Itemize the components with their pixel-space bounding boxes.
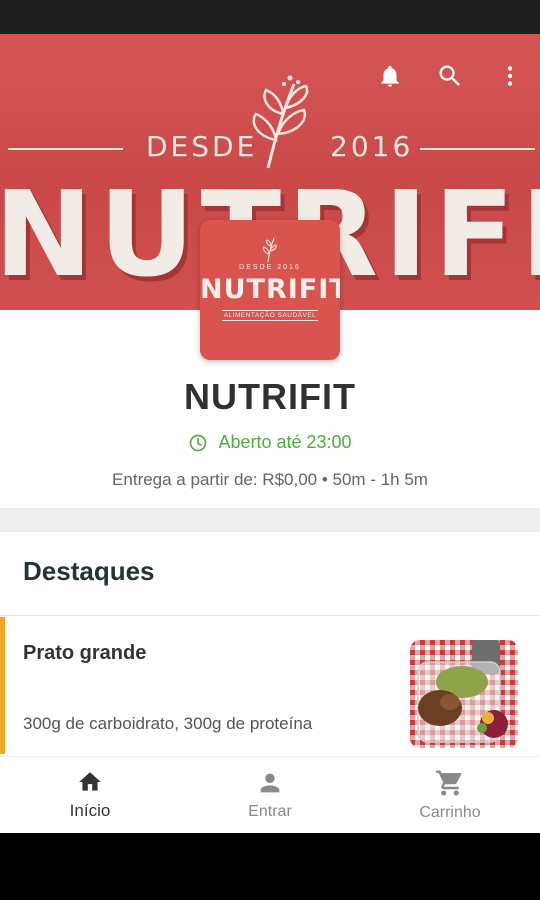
logo-tagline: ALIMENTAÇÃO SAUDÁVEL (222, 310, 318, 321)
product-image (410, 640, 518, 748)
open-status-text: Aberto até 23:00 (218, 432, 352, 452)
banner-year-label: 2016 (330, 130, 414, 163)
nav-cart-label: Carrinho (419, 804, 481, 821)
nav-home[interactable]: Início (0, 757, 180, 833)
search-icon (439, 65, 460, 86)
logo-brand-name: NUTRIFIT (200, 274, 340, 305)
search-button[interactable] (420, 56, 480, 96)
notifications-button[interactable] (360, 56, 420, 96)
more-options-button[interactable] (480, 56, 540, 96)
cart-icon (436, 770, 462, 796)
home-icon (79, 772, 101, 791)
bell-icon (381, 65, 399, 87)
bottom-navigation: Início Entrar Carrinho (0, 756, 540, 833)
product-description: 300g de carboidrato, 300g de proteína (23, 714, 313, 733)
app-screen: DESDE 2016 NUTRIFIT (0, 34, 540, 833)
store-name: NUTRIFIT (184, 376, 356, 417)
section-title: Destaques (23, 556, 155, 586)
store-logo: DESDE 2016 NUTRIFIT ALIMENTAÇÃO SAUDÁVEL (200, 220, 340, 360)
open-status: Aberto até 23:00 (0, 432, 540, 453)
toolbar-actions (360, 56, 540, 96)
status-bar (0, 0, 540, 34)
leaf-branch-icon (252, 75, 309, 169)
banner-since-label: DESDE (146, 130, 258, 163)
nav-login[interactable]: Entrar (180, 757, 360, 833)
delivery-info: Entrega a partir de: R$0,00 • 50m - 1h 5… (112, 470, 428, 489)
nav-login-label: Entrar (248, 803, 292, 820)
more-vert-icon (507, 66, 513, 86)
system-navigation-bar (0, 833, 540, 900)
clock-icon (190, 434, 207, 451)
section-divider (0, 508, 540, 532)
banner-rule-right (420, 148, 535, 150)
nav-cart[interactable]: Carrinho (360, 757, 540, 833)
product-accent-bar (0, 617, 5, 754)
logo-since-label: DESDE 2016 (239, 264, 301, 271)
logo-leaf-icon (263, 237, 277, 262)
product-name: Prato grande (23, 642, 147, 664)
banner-rule-left (8, 148, 123, 150)
product-card[interactable]: Prato grande 300g de carboidrato, 300g d… (0, 616, 540, 756)
person-icon (260, 773, 280, 793)
nav-home-label: Início (69, 801, 111, 820)
